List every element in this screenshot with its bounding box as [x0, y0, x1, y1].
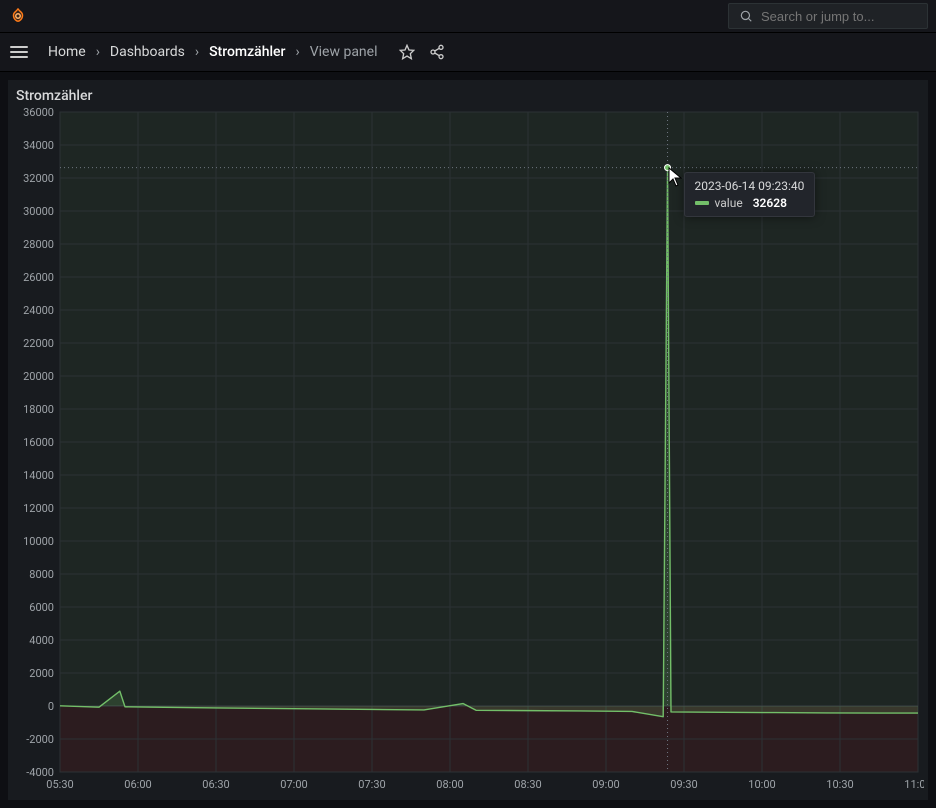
svg-text:14000: 14000 — [23, 469, 54, 482]
panel-title[interactable]: Stromzähler — [8, 80, 928, 104]
chevron-right-icon: › — [96, 44, 100, 60]
time-series-chart[interactable]: -4000-2000020004000600080001000012000140… — [12, 108, 924, 796]
chevron-right-icon: › — [195, 44, 199, 60]
svg-text:10:00: 10:00 — [748, 778, 775, 791]
svg-text:09:00: 09:00 — [592, 778, 619, 791]
svg-text:16000: 16000 — [23, 436, 54, 449]
breadcrumb-dashboards[interactable]: Dashboards — [108, 42, 187, 62]
top-bar — [0, 0, 936, 32]
global-search[interactable] — [728, 3, 928, 29]
search-icon — [739, 9, 753, 23]
star-icon[interactable] — [398, 43, 416, 61]
svg-text:34000: 34000 — [23, 139, 54, 152]
svg-text:2000: 2000 — [29, 667, 54, 680]
svg-text:26000: 26000 — [23, 271, 54, 284]
svg-text:36000: 36000 — [23, 108, 54, 119]
svg-text:32000: 32000 — [23, 172, 54, 185]
breadcrumb-dashboard-name[interactable]: Stromzähler — [207, 42, 287, 62]
svg-text:06:00: 06:00 — [124, 778, 151, 791]
svg-text:0: 0 — [48, 700, 54, 713]
menu-toggle-icon[interactable] — [10, 40, 34, 64]
svg-text:10000: 10000 — [23, 535, 54, 548]
svg-text:05:30: 05:30 — [46, 778, 73, 791]
breadcrumb-bar: Home › Dashboards › Stromzähler › View p… — [0, 32, 936, 72]
breadcrumb-view-panel: View panel — [308, 42, 380, 62]
svg-text:07:00: 07:00 — [280, 778, 307, 791]
svg-text:18000: 18000 — [23, 403, 54, 416]
time-series-panel: Stromzähler -4000-2000020004000600080001… — [8, 80, 928, 800]
svg-text:09:30: 09:30 — [670, 778, 697, 791]
svg-text:24000: 24000 — [23, 304, 54, 317]
svg-text:-2000: -2000 — [26, 733, 54, 746]
grafana-logo-icon[interactable] — [8, 6, 28, 26]
svg-text:4000: 4000 — [29, 634, 54, 647]
svg-text:11:00: 11:00 — [904, 778, 924, 791]
svg-text:28000: 28000 — [23, 238, 54, 251]
svg-text:22000: 22000 — [23, 337, 54, 350]
svg-text:08:30: 08:30 — [514, 778, 541, 791]
panel-container: Stromzähler -4000-2000020004000600080001… — [0, 72, 936, 808]
breadcrumb-home[interactable]: Home — [46, 42, 88, 62]
svg-text:30000: 30000 — [23, 205, 54, 218]
share-icon[interactable] — [428, 43, 446, 61]
svg-text:8000: 8000 — [29, 568, 54, 581]
svg-text:12000: 12000 — [23, 502, 54, 515]
search-input[interactable] — [759, 8, 909, 25]
svg-text:06:30: 06:30 — [202, 778, 229, 791]
chart-area[interactable]: -4000-2000020004000600080001000012000140… — [12, 108, 924, 796]
svg-text:20000: 20000 — [23, 370, 54, 383]
chevron-right-icon: › — [296, 44, 300, 60]
svg-text:10:30: 10:30 — [826, 778, 853, 791]
svg-text:07:30: 07:30 — [358, 778, 385, 791]
svg-text:08:00: 08:00 — [436, 778, 463, 791]
svg-text:6000: 6000 — [29, 601, 54, 614]
